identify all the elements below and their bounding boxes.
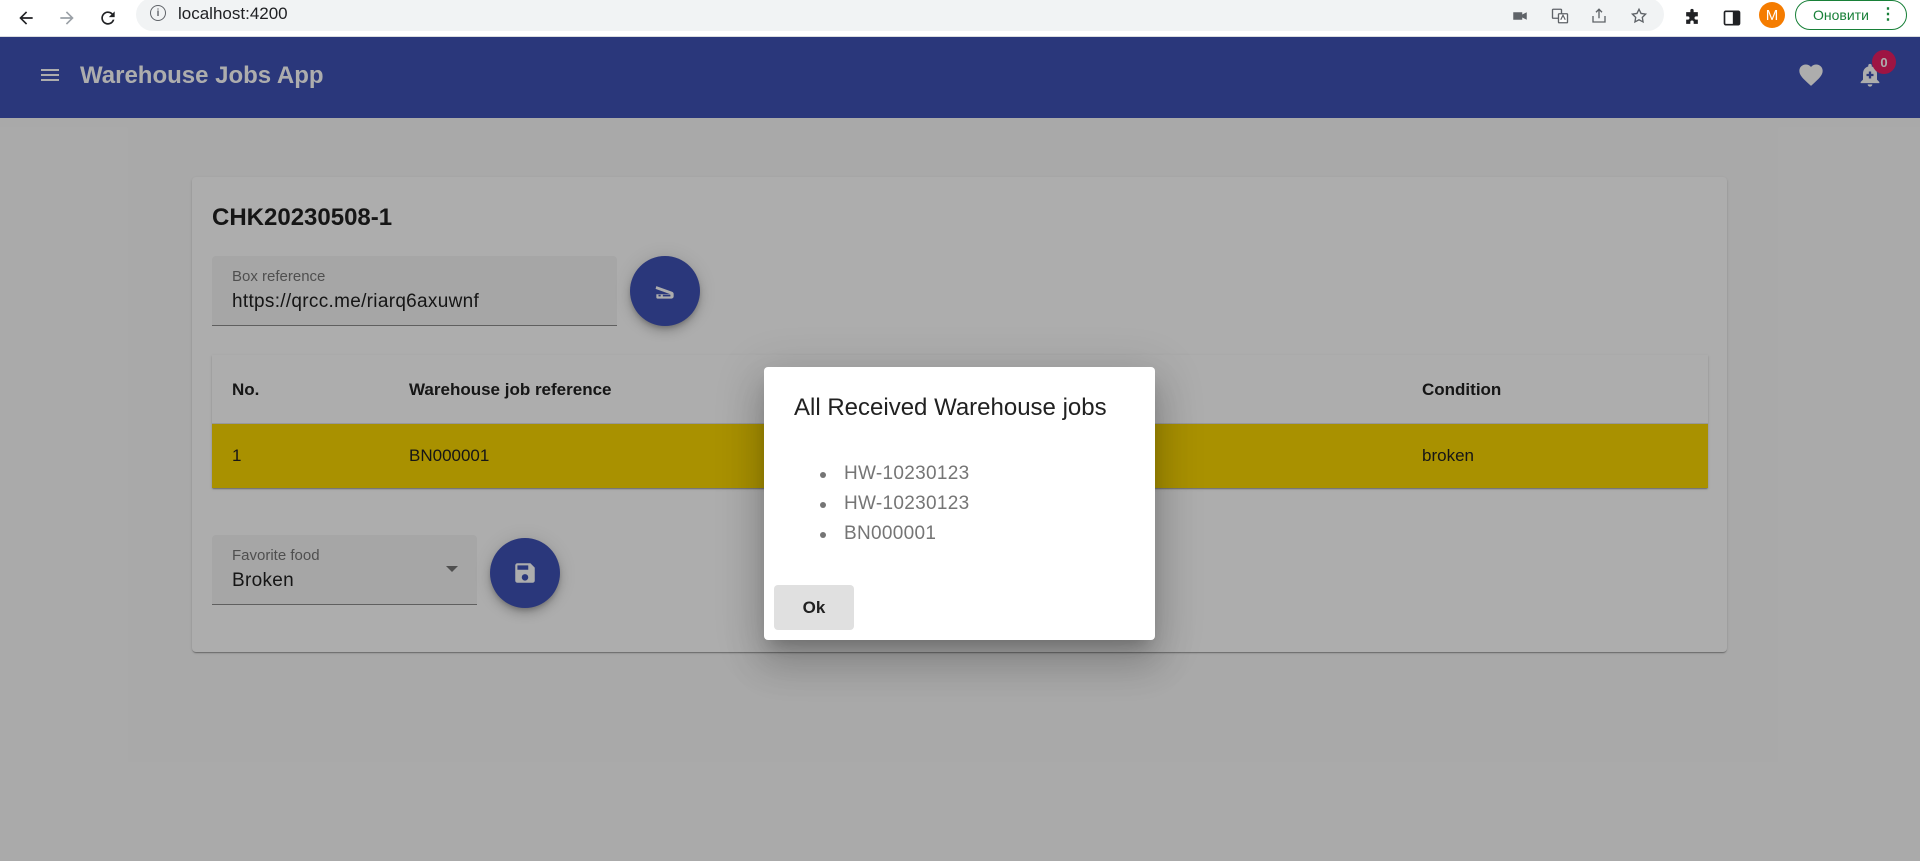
translate-icon[interactable] <box>1546 2 1574 30</box>
camera-icon[interactable] <box>1506 2 1534 30</box>
side-panel-icon[interactable] <box>1718 4 1746 32</box>
browser-update-button[interactable]: Оновити ⋮ <box>1795 0 1907 30</box>
received-jobs-dialog: All Received Warehouse jobs HW-10230123 … <box>764 367 1155 640</box>
site-info-icon[interactable]: i <box>150 5 166 21</box>
dialog-title: All Received Warehouse jobs <box>794 394 1107 421</box>
list-item: BN000001 <box>816 519 969 549</box>
bookmark-star-icon[interactable] <box>1625 2 1653 30</box>
extensions-puzzle-icon[interactable] <box>1678 4 1706 32</box>
profile-avatar[interactable]: M <box>1759 2 1785 28</box>
address-bar[interactable]: i localhost:4200 <box>136 0 1664 31</box>
received-jobs-list: HW-10230123 HW-10230123 BN000001 <box>816 459 969 549</box>
browser-toolbar: i localhost:4200 M Оновити ⋮ <box>0 0 1920 37</box>
ok-button[interactable]: Ok <box>774 585 854 630</box>
list-item: HW-10230123 <box>816 459 969 489</box>
url-text[interactable]: localhost:4200 <box>178 4 288 24</box>
update-button-label: Оновити <box>1813 7 1869 23</box>
kebab-menu-icon[interactable]: ⋮ <box>1880 7 1896 23</box>
reload-icon[interactable] <box>94 4 122 32</box>
forward-arrow-icon[interactable] <box>53 4 81 32</box>
list-item: HW-10230123 <box>816 489 969 519</box>
share-icon[interactable] <box>1585 2 1613 30</box>
back-arrow-icon[interactable] <box>12 4 40 32</box>
